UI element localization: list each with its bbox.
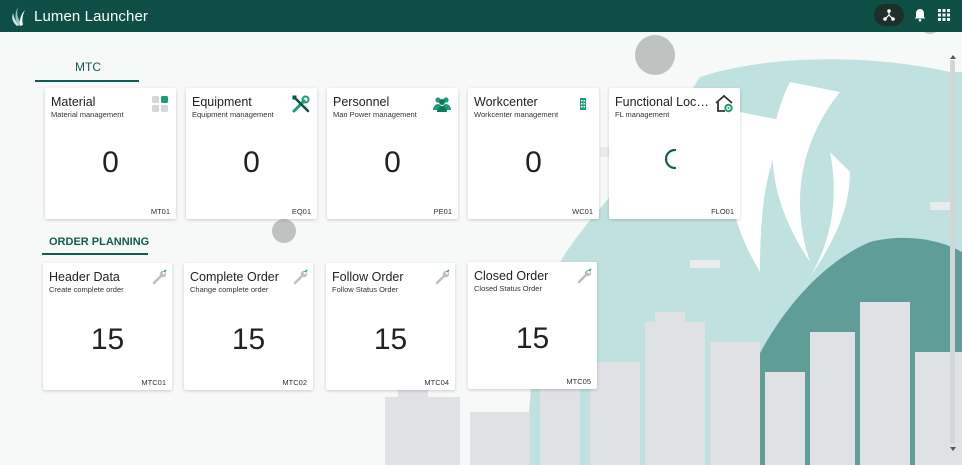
tile-count: 15 — [231, 323, 266, 356]
tile-follow-order[interactable]: Follow Order Follow Status Order 15 MTC0… — [326, 263, 455, 390]
tile-title: Functional Location — [615, 95, 711, 109]
tile-functional-location[interactable]: Functional Location FL management FLO01 — [609, 88, 740, 219]
tile-subtitle: Equipment management — [192, 110, 274, 119]
tile-closed-order[interactable]: Closed Order Closed Status Order 15 MTC0… — [468, 262, 597, 389]
tile-complete-order[interactable]: Complete Order Change complete order 15 … — [184, 263, 313, 390]
tile-personnel[interactable]: Personnel Man Power management 0 PE01 — [327, 88, 458, 219]
top-bar: Lumen Launcher — [0, 0, 962, 32]
tile-subtitle: Create complete order — [49, 285, 124, 294]
people-icon — [433, 97, 451, 112]
tile-code: FLO01 — [711, 207, 734, 216]
tile-code: MT01 — [150, 207, 170, 216]
network-icon — [883, 9, 895, 21]
scroll-down-icon[interactable] — [949, 446, 957, 452]
tile-code: EQ01 — [291, 207, 311, 216]
vertical-scrollbar[interactable] — [948, 54, 958, 454]
tile-title: Equipment — [192, 95, 252, 109]
tile-subtitle: Follow Status Order — [332, 285, 399, 294]
tile-title: Header Data — [49, 270, 120, 284]
tile-title: Complete Order — [190, 270, 279, 284]
app-title: Lumen Launcher — [34, 7, 148, 25]
tile-title: Personnel — [333, 95, 390, 109]
tile-count: 0 — [384, 146, 401, 179]
grid-icon — [938, 9, 950, 21]
apps-grid-button[interactable] — [936, 7, 952, 23]
tile-title: Closed Order — [474, 269, 549, 283]
scrollbar-thumb[interactable] — [950, 60, 955, 444]
tile-count: 0 — [525, 146, 542, 179]
tile-header-data[interactable]: Header Data Create complete order 15 MTC… — [43, 263, 172, 390]
home-settings-icon — [715, 94, 733, 113]
tile-count: 15 — [90, 323, 125, 356]
tile-code: WC01 — [572, 207, 593, 216]
tile-subtitle: FL management — [615, 110, 670, 119]
tile-code: MTC02 — [282, 378, 307, 387]
tile-count: 15 — [515, 322, 550, 355]
tile-subtitle: Material management — [51, 110, 124, 119]
tile-subtitle: Man Power management — [333, 110, 417, 119]
tile-material[interactable]: Material Material management 0 MT01 — [45, 88, 176, 219]
tile-subtitle: Workcenter management — [474, 110, 559, 119]
blocks-icon — [152, 96, 168, 112]
notifications-button[interactable] — [912, 7, 928, 23]
section-tab-mtc[interactable]: MTC — [75, 60, 101, 74]
tile-code: MTC01 — [141, 378, 166, 387]
tile-count: 0 — [243, 146, 260, 179]
tile-code: MTC04 — [424, 378, 449, 387]
tools-icon — [292, 95, 310, 113]
section-tab-order-planning-underline — [42, 253, 148, 255]
wrench-icon — [152, 269, 167, 285]
wrench-icon — [577, 268, 592, 284]
tile-subtitle: Closed Status Order — [474, 284, 542, 293]
leaf-logo-icon — [12, 7, 25, 26]
tile-equipment[interactable]: Equipment Equipment management 0 EQ01 — [186, 88, 317, 219]
bell-icon — [914, 9, 926, 22]
tile-code: PE01 — [433, 207, 452, 216]
building-icon — [580, 98, 586, 110]
section-tab-mtc-underline — [35, 80, 139, 82]
tile-count: 0 — [102, 146, 119, 179]
tile-title: Material — [51, 95, 96, 109]
wrench-icon — [435, 269, 450, 285]
tile-count: 15 — [373, 323, 408, 356]
tile-workcenter[interactable]: Workcenter Workcenter management 0 WC01 — [468, 88, 599, 219]
wrench-icon — [293, 269, 308, 285]
loading-spinner-icon — [664, 148, 676, 169]
network-button[interactable] — [874, 4, 904, 26]
tile-title: Follow Order — [332, 270, 404, 284]
tile-code: MTC05 — [566, 377, 591, 386]
section-tab-order-planning[interactable]: ORDER PLANNING — [49, 236, 149, 248]
tile-subtitle: Change complete order — [190, 285, 269, 294]
tile-title: Workcenter — [474, 95, 538, 109]
